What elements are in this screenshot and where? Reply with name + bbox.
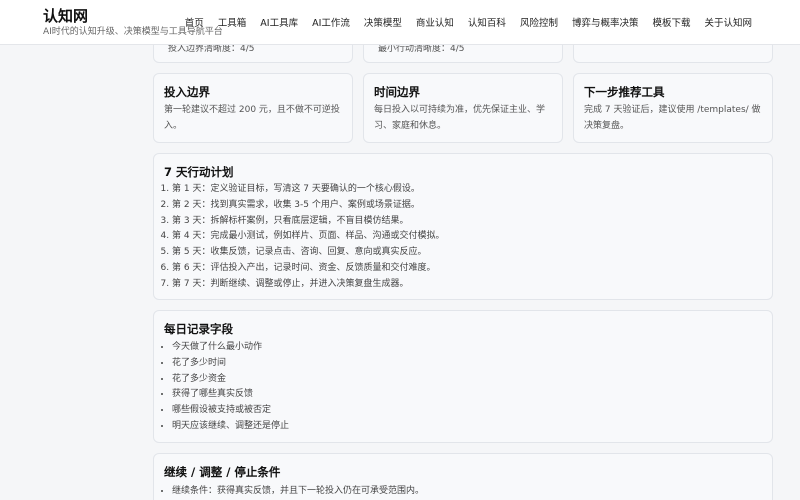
plan-step: 第 4 天：完成最小测试，例如样片、页面、样品、沟通或交付模拟。 (172, 229, 444, 245)
nav-item-risk-control[interactable]: 风险控制 (520, 15, 558, 29)
daily-record-card: 每日记录字段 今天做了什么最小动作 花了多少时间 花了多少资金 获得了哪些真实反… (153, 310, 773, 443)
record-fields: 今天做了什么最小动作 花了多少时间 花了多少资金 获得了哪些真实反馈 哪些假设被… (172, 340, 289, 435)
nav-item-about[interactable]: 关于认知网 (704, 15, 752, 29)
record-field: 花了多少时间 (172, 356, 289, 372)
next-tool-card: 下一步推荐工具 完成 7 天验证后，建议使用 /templates/ 做决策复盘… (573, 73, 773, 143)
plan-step: 第 3 天：拆解标杆案例，只看底层逻辑，不盲目模仿结果。 (172, 214, 444, 230)
record-field: 哪些假设被支持或被否定 (172, 403, 289, 419)
plan-title: 7 天行动计划 (164, 165, 234, 179)
nav-item-toolbox[interactable]: 工具箱 (218, 15, 247, 29)
plan-steps: 第 1 天：定义验证目标，写清这 7 天要确认的一个核心假设。 第 2 天：找到… (172, 182, 444, 293)
card-text: 第一轮建议不超过 200 元，且不做不可逆投入。 (164, 105, 340, 131)
condition-item: 继续条件：获得真实反馈，并且下一轮投入仍在可承受范围内。 (172, 484, 424, 500)
card-text: 每日投入以可持续为准，优先保证主业、学习、家庭和休息。 (374, 105, 546, 131)
nav-item-ai-workflow[interactable]: AI工作流 (312, 15, 350, 29)
record-title: 每日记录字段 (164, 322, 233, 336)
nav-item-decision-models[interactable]: 决策模型 (364, 15, 402, 29)
record-field: 获得了哪些真实反馈 (172, 387, 289, 403)
nav-item-business[interactable]: 商业认知 (416, 15, 454, 29)
main-nav: 首页 工具箱 AI工具库 AI工作流 决策模型 商业认知 认知百科 风险控制 博… (171, 15, 752, 29)
card-title: 投入边界 (164, 85, 210, 99)
investment-boundary-card: 投入边界 第一轮建议不超过 200 元，且不做不可逆投入。 (153, 73, 353, 143)
conditions-title: 继续 / 调整 / 停止条件 (164, 465, 281, 479)
plan-step: 第 5 天：收集反馈，记录点击、咨询、回复、意向或真实反应。 (172, 245, 444, 261)
site-header: 认知网 AI时代的认知升级、决策模型与工具导航平台 首页 工具箱 AI工具库 A… (0, 0, 800, 45)
nav-item-templates[interactable]: 模板下载 (652, 15, 690, 29)
card-title: 下一步推荐工具 (584, 85, 665, 99)
record-field: 今天做了什么最小动作 (172, 340, 289, 356)
nav-item-game-probability[interactable]: 博弈与概率决策 (572, 15, 639, 29)
card-title: 时间边界 (374, 85, 420, 99)
nav-item-home[interactable]: 首页 (185, 15, 204, 29)
plan-step: 第 1 天：定义验证目标，写清这 7 天要确认的一个核心假设。 (172, 182, 444, 198)
conditions-list: 继续条件：获得真实反馈，并且下一轮投入仍在可承受范围内。 (172, 484, 424, 500)
nav-item-ai-tools[interactable]: AI工具库 (260, 15, 298, 29)
plan-step: 第 7 天：判断继续、调整或停止，并进入决策复盘生成器。 (172, 277, 444, 293)
card-text: 完成 7 天验证后，建议使用 /templates/ 做决策复盘。 (584, 105, 761, 131)
plan-step: 第 6 天：评估投入产出，记录时间、资金、反馈质量和交付难度。 (172, 261, 444, 277)
time-boundary-card: 时间边界 每日投入以可持续为准，优先保证主业、学习、家庭和休息。 (363, 73, 563, 143)
plan-step: 第 2 天：找到真实需求，收集 3-5 个用户、案例或场景证据。 (172, 198, 444, 214)
conditions-card: 继续 / 调整 / 停止条件 继续条件：获得真实反馈，并且下一轮投入仍在可承受范… (153, 453, 773, 500)
seven-day-plan-card: 7 天行动计划 第 1 天：定义验证目标，写清这 7 天要确认的一个核心假设。 … (153, 153, 773, 300)
nav-item-encyclopedia[interactable]: 认知百科 (468, 15, 506, 29)
record-field: 花了多少资金 (172, 372, 289, 388)
record-field: 明天应该继续、调整还是停止 (172, 419, 289, 435)
